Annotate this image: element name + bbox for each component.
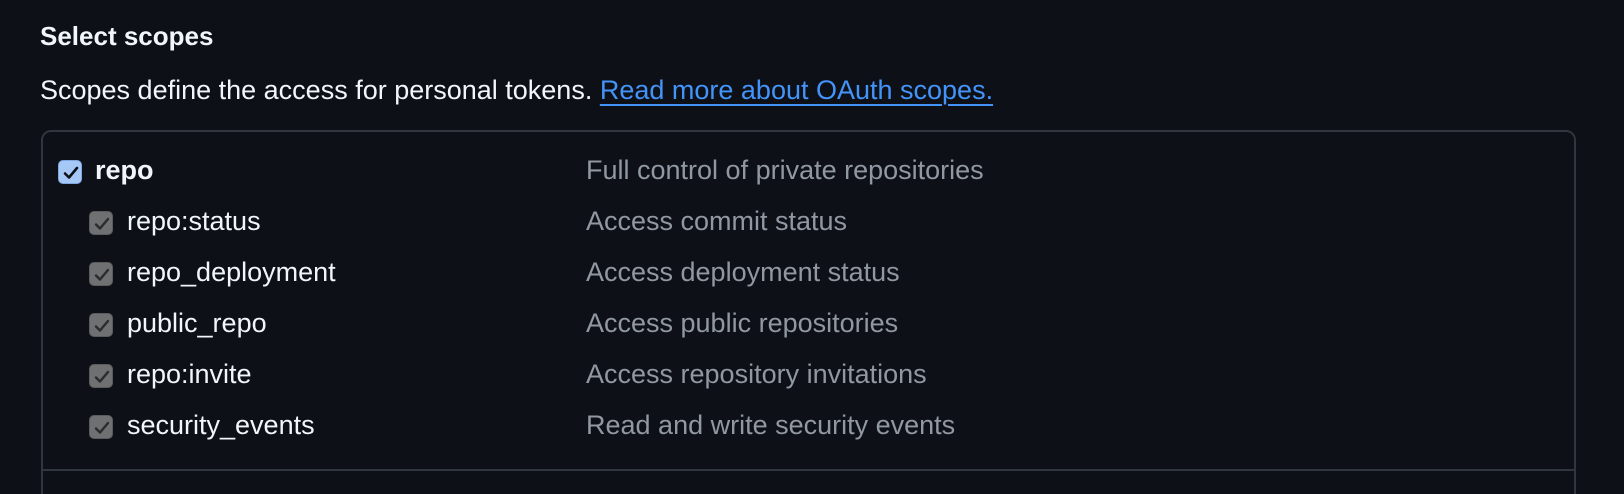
repo-checkbox[interactable] [58,160,82,184]
repo-deployment-checkbox[interactable] [89,262,113,286]
scope-description: Access public repositories [586,308,899,338]
description-text: Scopes define the access for personal to… [40,75,593,105]
scope-name: repo:invite [127,359,252,389]
check-icon [63,166,79,179]
check-icon [94,268,110,281]
public-repo-checkbox[interactable] [89,313,113,337]
check-icon [94,370,110,383]
scope-row-repo-deployment: repo_deployment Access deployment status [43,252,1574,292]
scope-row-security-events: security_events Read and write security … [43,405,1574,445]
scope-description: Access deployment status [586,257,900,287]
scope-name: security_events [127,410,315,440]
scope-row-repo: repo Full control of private repositorie… [43,150,1574,190]
scope-name: repo [95,155,154,185]
check-icon [94,217,110,230]
scope-row-public-repo: public_repo Access public repositories [43,303,1574,343]
scopes-box: repo Full control of private repositorie… [41,130,1576,494]
scope-description: Access repository invitations [586,359,927,389]
scope-name: repo:status [127,206,261,236]
section-title: Select scopes [40,21,214,51]
scopes-section: Select scopes Scopes define the access f… [0,0,1624,494]
scope-group-divider [43,469,1574,471]
check-icon [94,319,110,332]
scope-row-repo-status: repo:status Access commit status [43,201,1574,241]
section-description: Scopes define the access for personal to… [40,70,993,110]
repo-status-checkbox[interactable] [89,211,113,235]
scope-description: Full control of private repositories [586,155,984,185]
scope-description: Access commit status [586,206,848,236]
scope-name: repo_deployment [127,257,336,287]
security-events-checkbox[interactable] [89,415,113,439]
scope-name: public_repo [127,308,267,338]
repo-invite-checkbox[interactable] [89,364,113,388]
check-icon [94,421,110,434]
oauth-scopes-link[interactable]: Read more about OAuth scopes. [600,75,993,105]
scope-row-repo-invite: repo:invite Access repository invitation… [43,354,1574,394]
scope-description: Read and write security events [586,410,956,440]
